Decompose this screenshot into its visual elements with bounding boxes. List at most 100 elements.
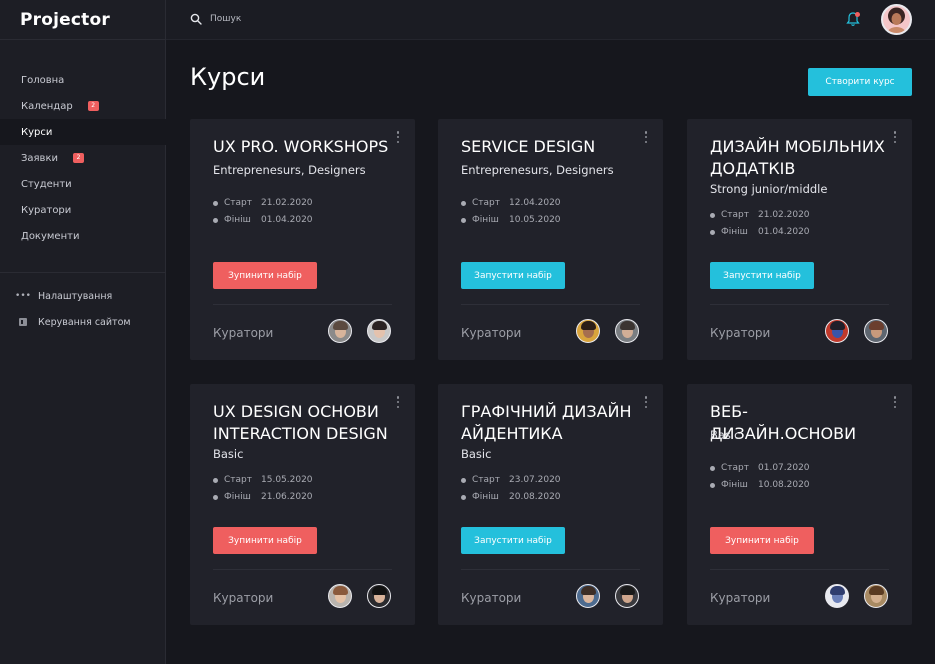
start-date: 12.04.2020 (509, 198, 561, 208)
stop-enrollment-button[interactable]: Зупинити набір (710, 527, 814, 554)
finish-date-row: Фініш 01.04.2020 (710, 227, 810, 237)
start-date: 23.07.2020 (509, 475, 561, 485)
top-bar (166, 0, 935, 40)
course-title: ДИЗАЙН МОБІЛЬНИХ ДОДАТКІВ (710, 137, 885, 178)
start-label: Старт (721, 463, 749, 473)
course-card[interactable]: UX DESIGN ОСНОВИ INTERACTION DESIGN Basi… (190, 384, 415, 625)
curator-avatar[interactable] (615, 319, 639, 343)
sidebar-item-settings[interactable]: ••• Налаштування (0, 283, 166, 309)
course-title: ГРАФІЧНИЙ ДИЗАЙН АЙДЕНТИКА (461, 402, 632, 443)
start-date: 15.05.2020 (261, 475, 313, 485)
finish-label: Фініш (721, 480, 748, 490)
curators-label: Куратори (213, 326, 274, 340)
curators-label: Куратори (461, 591, 522, 605)
start-date-row: Старт 15.05.2020 (213, 475, 313, 485)
course-card[interactable]: ДИЗАЙН МОБІЛЬНИХ ДОДАТКІВ Strong junior/… (687, 119, 912, 360)
finish-date-row: Фініш 10.05.2020 (461, 215, 561, 225)
more-dots-icon: ••• (15, 291, 31, 301)
notification-dot (855, 12, 860, 17)
count-badge: 2 (87, 101, 99, 111)
sidebar-item-label: Курси (21, 126, 53, 138)
stop-enrollment-button[interactable]: Зупинити набір (213, 262, 317, 289)
sidebar-item-label: Документи (21, 230, 80, 242)
sidebar: Projector Головна Календар 2 Курси Заявки… (0, 0, 166, 664)
bullet-icon (461, 494, 466, 500)
finish-date-row: Фініш 21.06.2020 (213, 492, 313, 502)
curator-avatar[interactable] (328, 319, 352, 343)
finish-date: 10.05.2020 (509, 215, 561, 225)
finish-label: Фініш (721, 227, 748, 237)
sidebar-item-calendar[interactable]: Календар 2 (0, 93, 166, 119)
curators-label: Куратори (213, 591, 274, 605)
curator-avatar[interactable] (367, 584, 391, 608)
search-icon (190, 13, 202, 25)
start-date: 21.02.2020 (758, 210, 810, 220)
curator-avatar[interactable] (864, 319, 888, 343)
more-vertical-icon[interactable] (892, 131, 898, 143)
search-input[interactable] (210, 11, 410, 27)
bullet-icon (213, 494, 218, 500)
finish-date: 20.08.2020 (509, 492, 561, 502)
start-label: Старт (721, 210, 749, 220)
course-title: UX DESIGN ОСНОВИ INTERACTION DESIGN (213, 402, 388, 443)
course-subtitle: Basic (461, 447, 492, 461)
app-logo[interactable]: Projector (20, 10, 110, 30)
bullet-icon (710, 482, 715, 488)
course-card[interactable]: UX PRO. WORKSHOPS Entreprenesurs, Design… (190, 119, 415, 360)
more-vertical-icon[interactable] (395, 131, 401, 143)
card-divider (710, 304, 889, 305)
finish-date-row: Фініш 10.08.2020 (710, 480, 810, 490)
finish-label: Фініш (472, 492, 499, 502)
start-date-row: Старт 01.07.2020 (710, 463, 810, 473)
curators-label: Куратори (461, 326, 522, 340)
sidebar-item-label: Студенти (21, 178, 72, 190)
course-subtitle: Entreprenesurs, Designers (213, 163, 366, 177)
bullet-icon (461, 200, 466, 206)
finish-label: Фініш (224, 215, 251, 225)
curator-avatar[interactable] (825, 584, 849, 608)
curator-avatar[interactable] (576, 584, 600, 608)
start-date: 21.02.2020 (261, 198, 313, 208)
course-subtitle: Strong junior/middle (710, 182, 828, 196)
course-card[interactable]: SERVICE DESIGN Entreprenesurs, Designers… (438, 119, 663, 360)
more-vertical-icon[interactable] (395, 396, 401, 408)
course-card[interactable]: ГРАФІЧНИЙ ДИЗАЙН АЙДЕНТИКА Basic Старт 23… (438, 384, 663, 625)
sidebar-item-site-management[interactable]: Керування сайтом (0, 309, 166, 335)
page-title: Курси (190, 63, 266, 91)
sidebar-nav: Головна Календар 2 Курси Заявки 2 Студенти… (0, 67, 166, 249)
finish-date-row: Фініш 01.04.2020 (213, 215, 313, 225)
stop-enrollment-button[interactable]: Зупинити набір (213, 527, 317, 554)
course-subtitle: Basic (213, 447, 244, 461)
curator-avatar[interactable] (328, 584, 352, 608)
sidebar-item-home[interactable]: Головна (0, 67, 166, 93)
sidebar-secondary-nav: ••• Налаштування Керування сайтом (0, 283, 166, 335)
course-card[interactable]: ВЕБ-ДИЗАЙН.ОСНОВИ Basic Старт 01.07.2020 … (687, 384, 912, 625)
sidebar-item-applications[interactable]: Заявки 2 (0, 145, 166, 171)
sidebar-item-courses[interactable]: Курси (0, 119, 166, 145)
course-subtitle: Entreprenesurs, Designers (461, 163, 614, 177)
sidebar-item-label: Налаштування (38, 290, 113, 302)
card-divider (213, 569, 392, 570)
start-enrollment-button[interactable]: Запустити набір (461, 527, 565, 554)
course-title: UX PRO. WORKSHOPS (213, 137, 389, 156)
start-date-row: Старт 12.04.2020 (461, 198, 561, 208)
curator-avatar[interactable] (615, 584, 639, 608)
sidebar-divider (0, 272, 166, 273)
curator-avatar[interactable] (367, 319, 391, 343)
finish-label: Фініш (472, 215, 499, 225)
start-enrollment-button[interactable]: Запустити набір (461, 262, 565, 289)
curator-avatar[interactable] (825, 319, 849, 343)
more-vertical-icon[interactable] (892, 396, 898, 408)
more-vertical-icon[interactable] (643, 396, 649, 408)
sidebar-item-documents[interactable]: Документи (0, 223, 166, 249)
bullet-icon (213, 200, 218, 206)
sidebar-item-curators[interactable]: Куратори (0, 197, 166, 223)
card-divider (213, 304, 392, 305)
sidebar-item-students[interactable]: Студенти (0, 171, 166, 197)
curator-avatar[interactable] (576, 319, 600, 343)
create-course-button[interactable]: Створити курс (808, 68, 912, 96)
curator-avatar[interactable] (864, 584, 888, 608)
start-enrollment-button[interactable]: Запустити набір (710, 262, 814, 289)
more-vertical-icon[interactable] (643, 131, 649, 143)
avatar[interactable] (881, 4, 912, 35)
